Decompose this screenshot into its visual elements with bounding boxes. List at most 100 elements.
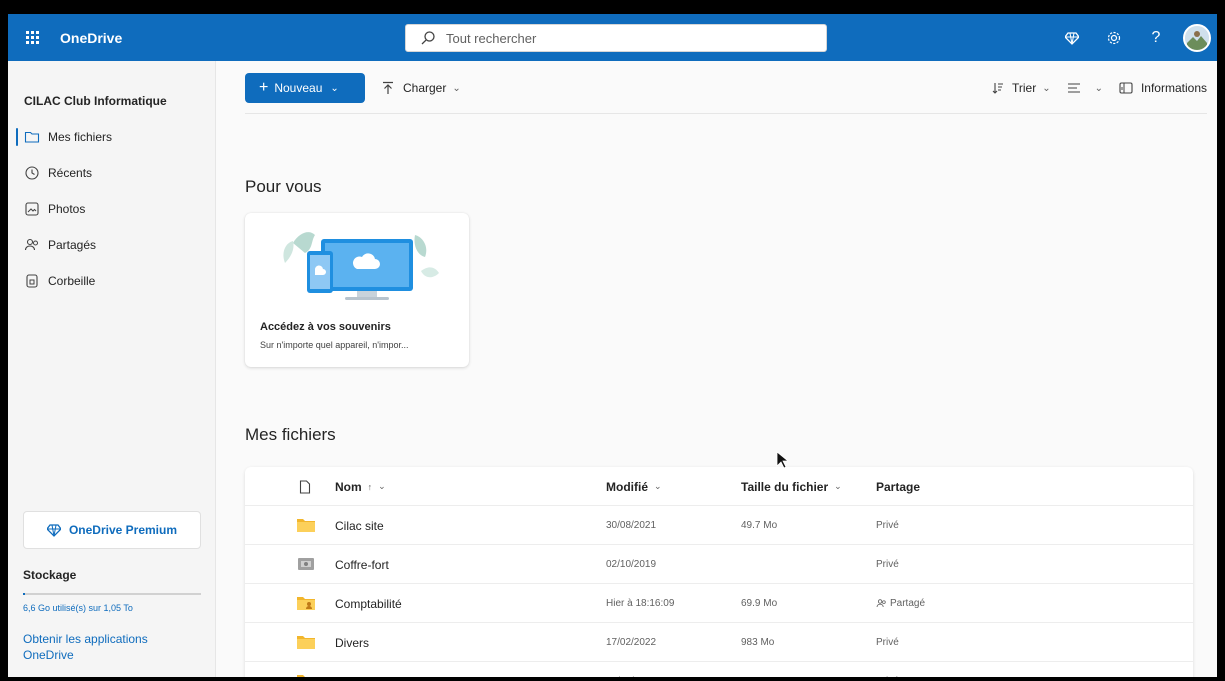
file-name[interactable]: Documents — [335, 662, 396, 678]
column-header-size[interactable]: Taille du fichier ⌄ — [741, 467, 842, 506]
new-button[interactable]: + Nouveau ⌄ — [245, 73, 365, 103]
upload-icon — [383, 81, 393, 94]
sort-icon — [992, 83, 1003, 94]
chevron-down-icon: ⌄ — [834, 481, 842, 491]
sidebar-item-label: Corbeille — [48, 274, 96, 288]
gear-icon — [1107, 31, 1121, 44]
app-title[interactable]: OneDrive — [60, 30, 122, 46]
people-icon — [876, 599, 886, 607]
sidebar-item-label: Mes fichiers — [48, 130, 113, 144]
card-subtitle: Sur n'importe quel appareil, n'impor... — [260, 340, 409, 350]
folder-icon — [297, 519, 315, 532]
file-type-header[interactable] — [299, 467, 311, 506]
files-table: Nom ↑ ⌄ Modifié ⌄ Taille du fichier ⌄ Pa… — [245, 467, 1193, 677]
info-label: Informations — [1140, 81, 1207, 95]
card-title: Accédez à vos souvenirs — [260, 321, 391, 333]
app-launcher-button[interactable] — [12, 14, 52, 61]
mouse-pointer-icon — [776, 451, 788, 469]
file-name[interactable]: Cilac site — [335, 506, 384, 545]
table-row[interactable]: Documents 06/06/2022 149 Ko Privé — [245, 662, 1193, 677]
onedrive-premium-button[interactable]: OneDrive Premium — [23, 511, 201, 549]
waffle-icon — [25, 31, 39, 44]
storage-progress-fill — [23, 593, 25, 595]
sidebar-item-partages[interactable]: Partagés — [8, 227, 215, 263]
storage-title: Stockage — [23, 568, 77, 582]
search-placeholder: Tout rechercher — [446, 30, 537, 46]
sort-ascending-icon: ↑ — [367, 481, 373, 492]
file-sharing: Privé — [876, 559, 899, 570]
memories-card[interactable]: Accédez à vos souvenirs Sur n'importe qu… — [245, 213, 469, 367]
sidebar-item-photos[interactable]: Photos — [8, 191, 215, 227]
sidebar: CILAC Club Informatique Mes fichiers Réc… — [8, 61, 216, 677]
file-sharing: Privé — [876, 637, 899, 648]
for-you-title: Pour vous — [245, 177, 322, 196]
file-name[interactable]: Divers — [335, 623, 369, 662]
storage-usage-link[interactable]: 6,6 Go utilisé(s) sur 1,05 To — [23, 603, 133, 613]
file-sharing: Privé — [876, 662, 899, 677]
file-size: 149 Ko — [741, 662, 773, 677]
upload-button[interactable]: Charger ⌄ — [381, 73, 461, 103]
file-modified: Hier à 18:16:09 — [606, 598, 675, 609]
view-options-button[interactable]: ⌄ — [1067, 82, 1103, 94]
organization-name: CILAC Club Informatique — [24, 94, 167, 108]
column-header-name[interactable]: Nom ↑ ⌄ — [335, 467, 386, 506]
vault-icon — [298, 558, 314, 570]
file-modified: 02/10/2019 — [606, 559, 657, 570]
command-bar: + Nouveau ⌄ Charger ⌄ Trier ⌄ ⌄ Informat… — [245, 73, 1207, 103]
upload-label: Charger — [403, 81, 447, 95]
search-icon — [421, 31, 435, 45]
list-view-icon — [1067, 83, 1080, 93]
file-size: 69.9 Mo — [741, 598, 778, 609]
folder-icon — [297, 636, 315, 649]
chevron-down-icon: ⌄ — [330, 82, 339, 94]
chevron-down-icon: ⌄ — [1094, 82, 1103, 94]
question-icon: ? — [1151, 28, 1161, 46]
chevron-down-icon: ⌄ — [1042, 82, 1051, 94]
storage-progress-bar — [23, 593, 201, 595]
sidebar-item-label: Photos — [48, 202, 86, 216]
folder-icon — [297, 675, 315, 677]
folder-icon — [24, 131, 40, 143]
info-pane-icon — [1119, 82, 1133, 94]
diamond-icon — [46, 524, 61, 537]
file-name[interactable]: Coffre-fort — [335, 545, 389, 584]
sort-button[interactable]: Trier ⌄ — [992, 81, 1051, 95]
get-apps-link[interactable]: Obtenir les applications OneDrive — [23, 631, 183, 663]
info-button[interactable]: Informations — [1119, 81, 1207, 95]
search-box[interactable]: Tout rechercher — [405, 24, 827, 52]
new-label: Nouveau — [274, 81, 323, 95]
sidebar-item-label: Partagés — [48, 238, 97, 252]
file-sharing: Partagé — [876, 584, 925, 623]
avatar[interactable] — [1183, 23, 1211, 52]
premium-diamond-button[interactable] — [1051, 14, 1093, 61]
table-row[interactable]: Coffre-fort 02/10/2019 Privé — [245, 545, 1193, 584]
profile-picture-icon — [1185, 25, 1209, 50]
column-header-size-label: Taille du fichier — [741, 479, 829, 494]
chevron-down-icon: ⌄ — [452, 82, 461, 94]
chevron-down-icon: ⌄ — [654, 481, 662, 491]
column-header-sharing[interactable]: Partage — [876, 467, 920, 506]
sort-label: Trier — [1011, 81, 1037, 95]
plus-icon: + — [259, 79, 269, 96]
sidebar-item-recents[interactable]: Récents — [8, 155, 215, 191]
column-header-name-label: Nom — [335, 479, 362, 494]
onedrive-window: OneDrive Tout rechercher ? CILAC Club In… — [8, 14, 1217, 677]
column-header-sharing-label: Partage — [876, 479, 921, 494]
column-header-modified[interactable]: Modifié ⌄ — [606, 467, 662, 506]
table-row[interactable]: Cilac site 30/08/2021 49.7 Mo Privé — [245, 506, 1193, 545]
file-name[interactable]: Comptabilité — [335, 584, 402, 623]
command-bar-divider — [245, 113, 1207, 114]
shared-folder-icon — [297, 597, 315, 610]
sidebar-item-mes-fichiers[interactable]: Mes fichiers — [8, 119, 215, 155]
top-bar: OneDrive Tout rechercher ? — [8, 14, 1217, 61]
devices-illustration-icon — [283, 232, 439, 300]
people-icon — [24, 238, 38, 251]
document-icon — [299, 479, 311, 494]
sidebar-item-corbeille[interactable]: Corbeille — [8, 263, 215, 299]
table-row[interactable]: Comptabilité Hier à 18:16:09 69.9 Mo Par… — [245, 584, 1193, 623]
my-files-title: Mes fichiers — [245, 425, 336, 444]
table-row[interactable]: Divers 17/02/2022 983 Mo Privé — [245, 623, 1193, 662]
settings-button[interactable] — [1093, 14, 1135, 61]
file-size: 49.7 Mo — [741, 520, 778, 531]
help-button[interactable]: ? — [1135, 14, 1177, 61]
